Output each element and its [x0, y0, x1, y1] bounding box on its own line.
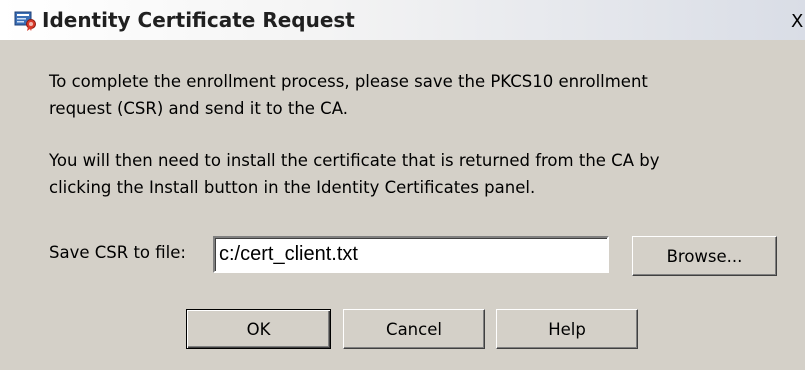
window-title: Identity Certificate Request	[42, 8, 355, 32]
browse-button[interactable]: Browse...	[632, 236, 777, 276]
cancel-button[interactable]: Cancel	[343, 309, 485, 349]
certificate-icon	[14, 9, 38, 31]
help-button[interactable]: Help	[496, 309, 638, 349]
save-csr-label: Save CSR to file:	[49, 243, 186, 262]
title-bar[interactable]: Identity Certificate Request X	[0, 0, 805, 40]
instruction-line: You will then need to install the certif…	[49, 151, 660, 170]
close-button[interactable]: X	[791, 12, 805, 32]
instruction-line: clicking the Install button in the Ident…	[49, 178, 536, 197]
csr-file-path-input[interactable]	[213, 236, 609, 273]
instruction-line: request (CSR) and send it to the CA.	[49, 99, 348, 118]
identity-certificate-request-dialog: Identity Certificate Request X To comple…	[0, 0, 805, 370]
instruction-paragraph-2: You will then need to install the certif…	[49, 147, 659, 201]
instruction-line: To complete the enrollment process, plea…	[49, 72, 648, 91]
instruction-paragraph-1: To complete the enrollment process, plea…	[49, 68, 648, 122]
ok-button[interactable]: OK	[186, 309, 331, 349]
